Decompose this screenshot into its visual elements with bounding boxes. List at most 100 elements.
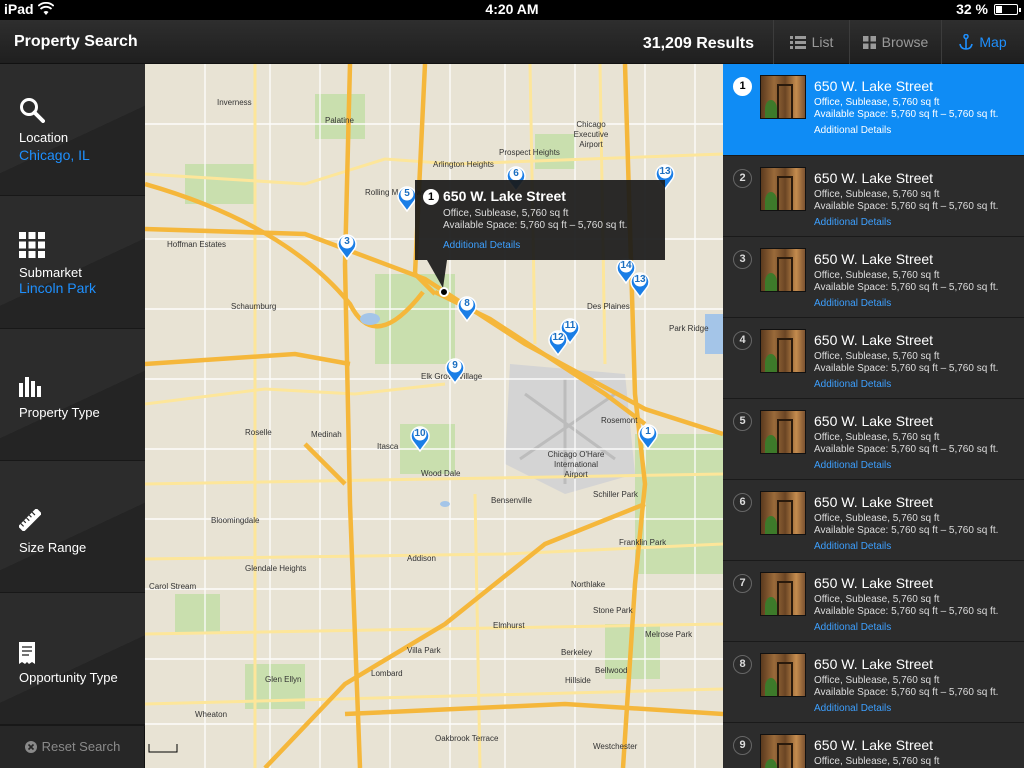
result-space: Available Space: 5,760 sq ft – 5,760 sq … <box>814 201 999 212</box>
result-details-link[interactable]: Additional Details <box>814 217 891 228</box>
filter-size-range[interactable]: Size Range <box>0 461 145 593</box>
result-details-link[interactable]: Additional Details <box>814 541 891 552</box>
place-label: Elmhurst <box>493 621 525 630</box>
page-title: Property Search <box>14 33 138 50</box>
anchor-icon <box>959 34 974 50</box>
result-item[interactable]: 3 650 W. Lake Street Office, Sublease, 5… <box>723 237 1024 318</box>
filter-submarket[interactable]: Submarket Lincoln Park <box>0 196 145 329</box>
grid-icon <box>19 232 45 258</box>
clock: 4:20 AM <box>485 1 539 17</box>
map-pin[interactable]: 9 <box>444 356 466 385</box>
top-bar: Property Search 31,209 Results List Brow… <box>0 20 1024 64</box>
result-title: 650 W. Lake Street <box>814 737 934 753</box>
place-label: Carol Stream <box>149 582 197 591</box>
result-rank-badge: 5 <box>733 412 752 431</box>
results-count: 31,209 Results <box>642 35 754 52</box>
place-label: Itasca <box>377 442 399 451</box>
callout-pointer <box>427 260 447 288</box>
filter-opportunity-type[interactable]: Opportunity Type <box>0 593 145 726</box>
filter-location[interactable]: Location Chicago, IL <box>0 64 145 196</box>
result-item[interactable]: 9 650 W. Lake Street Office, Sublease, 5… <box>723 723 1024 768</box>
property-thumbnail <box>760 653 806 697</box>
result-item[interactable]: 8 650 W. Lake Street Office, Sublease, 5… <box>723 642 1024 723</box>
callout-detail: Office, Sublease, 5,760 sq ft <box>443 208 569 219</box>
place-label: Inverness <box>217 98 252 107</box>
place-label: Hillside <box>565 676 591 685</box>
result-space: Available Space: 5,760 sq ft – 5,760 sq … <box>814 525 999 536</box>
size-range-label: Size Range <box>19 540 87 555</box>
place-label: Rosemont <box>601 416 638 425</box>
list-view-button[interactable]: List <box>773 20 849 64</box>
result-space: Available Space: 5,760 sq ft – 5,760 sq … <box>814 363 999 374</box>
map-callout[interactable]: 1 650 W. Lake Street Office, Sublease, 5… <box>415 180 665 260</box>
search-icon <box>20 98 45 123</box>
result-details-link[interactable]: Additional Details <box>814 379 891 390</box>
place-label: Berkeley <box>561 648 593 657</box>
result-detail: Office, Sublease, 5,760 sq ft <box>814 675 940 686</box>
map-view-button[interactable]: Map <box>941 20 1024 64</box>
result-item[interactable]: 7 650 W. Lake Street Office, Sublease, 5… <box>723 561 1024 642</box>
place-label: Bloomingdale <box>211 516 260 525</box>
result-title: 650 W. Lake Street <box>814 413 934 429</box>
result-details-link[interactable]: Additional Details <box>814 703 891 714</box>
list-icon <box>789 35 806 49</box>
place-label: Stone Park <box>593 606 633 615</box>
result-detail: Office, Sublease, 5,760 sq ft <box>814 351 940 362</box>
result-title: 650 W. Lake Street <box>814 575 934 591</box>
result-item[interactable]: 5 650 W. Lake Street Office, Sublease, 5… <box>723 399 1024 480</box>
map-pin[interactable]: 14 <box>615 256 637 285</box>
result-rank-badge: 7 <box>733 574 752 593</box>
result-details-link[interactable]: Additional Details <box>814 460 891 471</box>
map-view[interactable]: Inverness Palatine Arlington Heights Pro… <box>145 64 723 768</box>
place-label: Hoffman Estates <box>167 240 226 249</box>
place-label: Roselle <box>245 428 272 437</box>
place-label: Melrose Park <box>645 630 693 639</box>
result-detail: Office, Sublease, 5,760 sq ft <box>814 97 940 108</box>
place-label: Franklin Park <box>619 538 667 547</box>
place-label: Schiller Park <box>593 490 638 499</box>
place-label: Prospect Heights <box>499 148 560 157</box>
result-details-link[interactable]: Additional Details <box>814 298 891 309</box>
battery-percent: 32 % <box>956 1 988 17</box>
place-label: Chicago Executive Airport <box>573 120 609 149</box>
map-pin[interactable]: 1 <box>637 422 659 451</box>
result-space: Available Space: 5,760 sq ft – 5,760 sq … <box>814 444 999 455</box>
result-space: Available Space: 5,760 sq ft – 5,760 sq … <box>814 606 999 617</box>
map-pin[interactable]: 3 <box>336 232 358 261</box>
submarket-label: Submarket <box>19 265 82 280</box>
place-label: Addison <box>407 554 436 563</box>
receipt-icon <box>19 642 35 664</box>
result-details-link[interactable]: Additional Details <box>814 622 891 633</box>
result-item[interactable]: 4 650 W. Lake Street Office, Sublease, 5… <box>723 318 1024 399</box>
browse-view-button[interactable]: Browse <box>849 20 941 64</box>
place-label: Northlake <box>571 580 606 589</box>
result-space: Available Space: 5,760 sq ft – 5,760 sq … <box>814 282 999 293</box>
result-details-link[interactable]: Additional Details <box>814 125 891 136</box>
place-label: Arlington Heights <box>433 160 494 169</box>
battery-icon <box>994 4 1021 15</box>
place-label: Park Ridge <box>669 324 709 333</box>
result-detail: Office, Sublease, 5,760 sq ft <box>814 432 940 443</box>
map-pin[interactable]: 10 <box>409 424 431 453</box>
result-item[interactable]: 2 650 W. Lake Street Office, Sublease, 5… <box>723 156 1024 237</box>
place-label: Glendale Heights <box>245 564 307 573</box>
browse-view-label: Browse <box>881 34 929 50</box>
results-list: 1 650 W. Lake Street Office, Sublease, 5… <box>723 64 1024 768</box>
property-thumbnail <box>760 572 806 616</box>
property-thumbnail <box>760 329 806 373</box>
reset-search-button[interactable]: Reset Search <box>0 724 145 768</box>
result-rank-badge: 1 <box>733 77 752 96</box>
result-title: 650 W. Lake Street <box>814 78 934 94</box>
result-item[interactable]: 6 650 W. Lake Street Office, Sublease, 5… <box>723 480 1024 561</box>
result-item[interactable]: 1 650 W. Lake Street Office, Sublease, 5… <box>723 64 1024 156</box>
map-view-label: Map <box>979 34 1007 50</box>
result-space: Available Space: 5,760 sq ft – 5,760 sq … <box>814 109 999 120</box>
result-space: Available Space: 5,760 sq ft – 5,760 sq … <box>814 687 999 698</box>
callout-details-link[interactable]: Additional Details <box>443 240 520 251</box>
filter-property-type[interactable]: Property Type <box>0 329 145 461</box>
property-type-label: Property Type <box>19 405 100 420</box>
callout-space: Available Space: 5,760 sq ft – 5,760 sq … <box>443 220 628 231</box>
map-pin[interactable]: 12 <box>547 328 569 357</box>
place-label: Villa Park <box>407 646 441 655</box>
map-pin[interactable]: 8 <box>456 294 478 323</box>
